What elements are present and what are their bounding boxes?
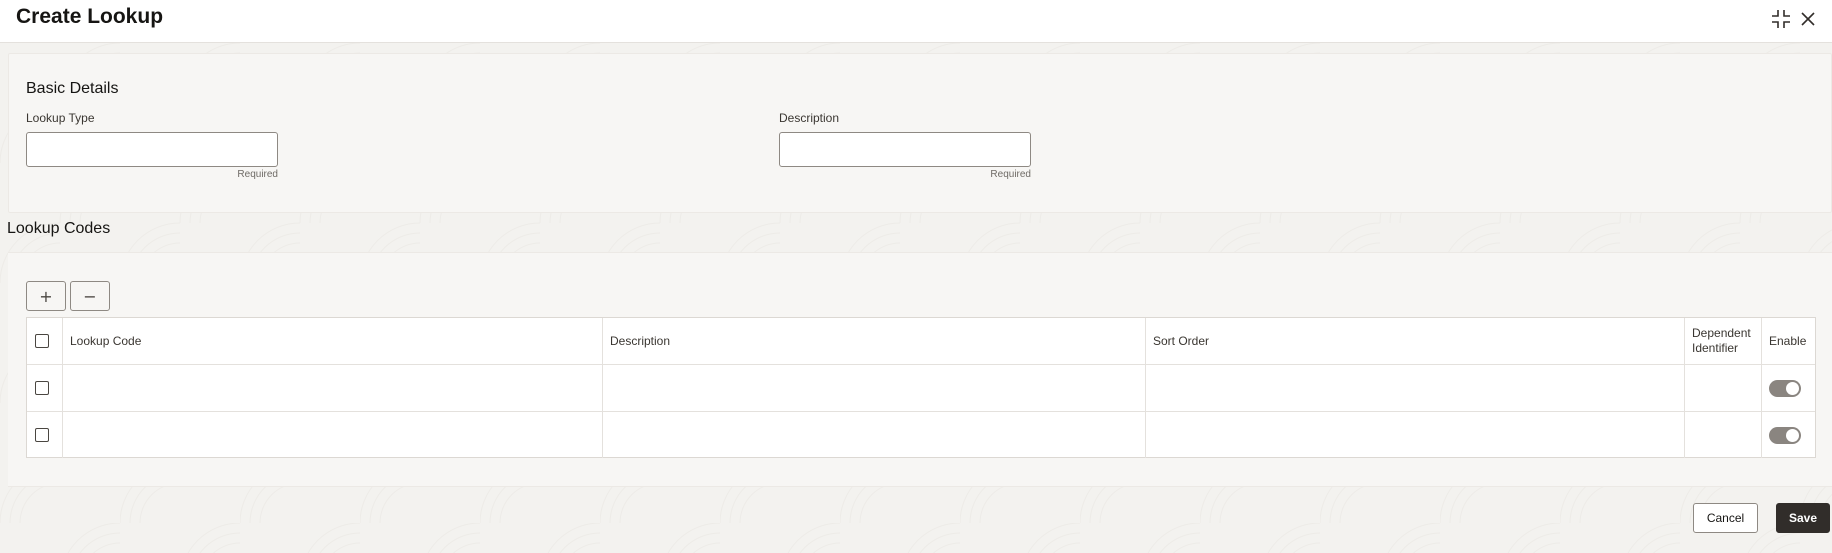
toggle-knob	[1786, 428, 1799, 442]
minimize-icon[interactable]	[1770, 8, 1792, 30]
lookup-codes-title: Lookup Codes	[7, 220, 111, 237]
description-input[interactable]	[779, 132, 1031, 167]
row-select-cell	[27, 412, 63, 458]
dependent-identifier-cell[interactable]	[1685, 412, 1762, 458]
sort-order-cell[interactable]	[1146, 365, 1685, 411]
enable-cell	[1762, 365, 1817, 411]
column-header-sort-order[interactable]: Sort Order	[1146, 318, 1685, 364]
row-checkbox[interactable]	[35, 381, 49, 395]
column-header-description[interactable]: Description	[603, 318, 1146, 364]
lookup-codes-table: Lookup Code Description Sort Order Depen…	[26, 317, 1816, 458]
row-checkbox[interactable]	[35, 428, 49, 442]
dialog-header: Create Lookup	[0, 0, 1832, 43]
table-row	[27, 412, 1815, 458]
column-header-enable[interactable]: Enable	[1762, 318, 1817, 364]
description-required-hint: Required	[990, 169, 1031, 180]
lookup-code-cell[interactable]	[63, 412, 603, 458]
table-header-row: Lookup Code Description Sort Order Depen…	[27, 318, 1815, 365]
sort-order-cell[interactable]	[1146, 412, 1685, 458]
basic-details-title: Basic Details	[26, 80, 119, 97]
row-select-cell	[27, 365, 63, 411]
description-label: Description	[779, 111, 840, 125]
enable-toggle[interactable]	[1769, 379, 1801, 397]
lookup-type-label: Lookup Type	[26, 111, 95, 125]
save-button[interactable]: Save	[1776, 503, 1830, 533]
lookup-type-input[interactable]	[26, 132, 278, 167]
plus-icon: +	[39, 286, 53, 306]
description-cell[interactable]	[603, 365, 1146, 411]
close-icon[interactable]	[1797, 8, 1819, 30]
enable-cell	[1762, 412, 1817, 458]
remove-row-button[interactable]: −	[70, 281, 110, 311]
table-row	[27, 365, 1815, 412]
minus-icon: −	[83, 286, 97, 306]
add-row-button[interactable]: +	[26, 281, 66, 311]
description-cell[interactable]	[603, 412, 1146, 458]
enable-toggle[interactable]	[1769, 426, 1801, 444]
column-header-dependent-identifier[interactable]: Dependent Identifier	[1685, 318, 1762, 364]
select-all-cell	[27, 318, 63, 364]
lookup-type-required-hint: Required	[237, 169, 278, 180]
toggle-knob	[1786, 381, 1799, 395]
cancel-button[interactable]: Cancel	[1693, 503, 1758, 533]
lookup-code-cell[interactable]	[63, 365, 603, 411]
column-header-lookup-code[interactable]: Lookup Code	[63, 318, 603, 364]
page-title: Create Lookup	[16, 5, 164, 28]
select-all-checkbox[interactable]	[35, 334, 49, 348]
dependent-identifier-cell[interactable]	[1685, 365, 1762, 411]
